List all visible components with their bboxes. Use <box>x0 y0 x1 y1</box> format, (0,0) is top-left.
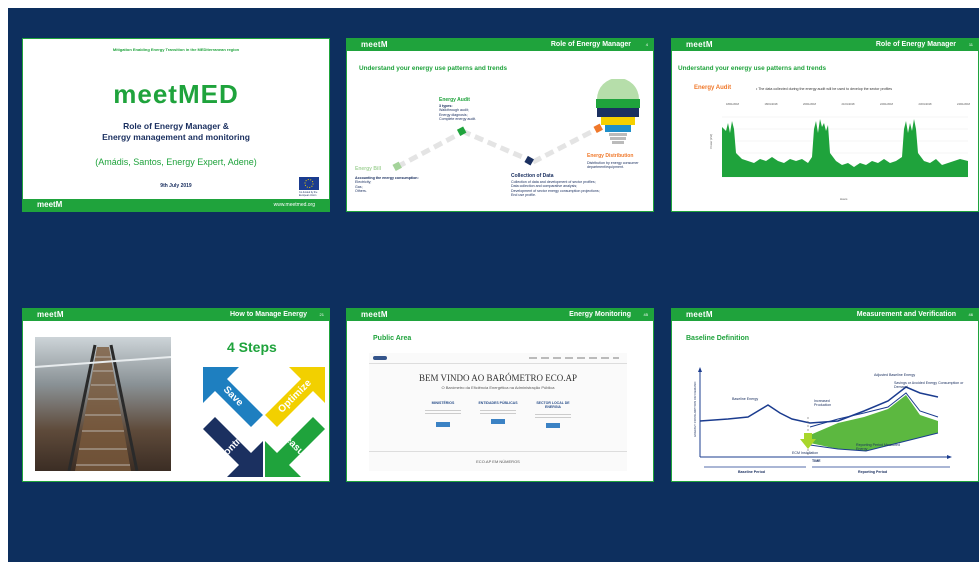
slide-heading: Public Area <box>373 335 412 342</box>
title-line-2: Energy management and monitoring <box>102 132 250 142</box>
slide-title: Role of Energy Manager & Energy manageme… <box>23 121 329 143</box>
card-label: ENTIDADES PÚBLICAS <box>478 401 518 405</box>
label-reporting-energy: Reporting Period Measured Energy <box>856 443 900 452</box>
site-card-entidades: ENTIDADES PÚBLICAS <box>474 401 522 441</box>
label-reporting-period: Reporting Period <box>858 470 888 474</box>
steps-title: 4 Steps <box>227 339 277 355</box>
website-screenshot: BEM VINDO AO BARÓMETRO ECO.AP O Barómetr… <box>369 353 627 471</box>
slide-heading: Baseline Definition <box>686 335 750 342</box>
card-text <box>480 410 516 416</box>
escalator-photo <box>35 337 171 471</box>
step-text-energy-audit: 3 types: Walkthrough audit; Energy diagn… <box>439 104 477 121</box>
step-text-energy-distribution: Distribution by energy consumer departme… <box>587 161 639 170</box>
footer-url: www.meetmed.org <box>273 202 315 208</box>
header-logo: meetM <box>361 310 388 319</box>
baseline-diagram: Baseline Energy Adjusted Baseline Energy… <box>688 367 968 479</box>
eu-caption: Co-funded by the European Union <box>299 191 318 197</box>
page-number: 45 <box>643 312 648 317</box>
slide-thumbnail-6[interactable]: meetM Measurement and Verification 46 Ba… <box>671 308 979 482</box>
step-label-energy-distribution: Energy Distribution <box>587 153 634 159</box>
control-arrow: Control <box>203 417 263 477</box>
card-button <box>491 419 505 424</box>
energy-audit-label: Energy Audit <box>694 85 732 91</box>
label-baseline-energy: Baseline Energy <box>732 397 759 401</box>
card-button <box>436 422 450 427</box>
slide-header: meetM Energy Monitoring 45 <box>347 309 653 321</box>
site-footer-title: ECO.AP EM NÚMEROS <box>476 459 520 464</box>
chart-date-labels: 18/01/2018 18/01/2018 20/01/2018 21/01/2018… <box>726 103 970 106</box>
header-logo: meetM <box>686 310 713 319</box>
slide-thumbnail-2[interactable]: meetM Role of Energy Manager 4 Understan… <box>346 38 654 212</box>
chart-xlabel: Hours <box>840 197 848 201</box>
load-profile-plot <box>722 116 968 178</box>
slide-sorter-canvas: Mitigation Enabling Energy Transition in… <box>8 8 979 562</box>
site-nav-bar <box>369 353 627 364</box>
slide-header: meetM Measurement and Verification 46 <box>672 309 978 321</box>
eu-flag-icon <box>299 177 319 190</box>
label-increased-production: Increased Production <box>814 399 832 408</box>
card-text <box>425 410 461 416</box>
slide-header: meetM Role of Energy Manager 11 <box>672 39 978 51</box>
page-number: 46 <box>968 312 973 317</box>
slide-footer: meetM www.meetmed.org <box>23 199 329 211</box>
header-title: Energy Monitoring <box>569 311 631 318</box>
header-logo: meetM <box>686 40 713 49</box>
card-button <box>546 423 560 428</box>
page-number: 21 <box>319 312 324 317</box>
y-axis-label: ENERGY CONSUMPTION OR DEMAND <box>692 381 697 437</box>
measure-arrow: Measure <box>265 417 325 477</box>
optimize-arrow: Optimize <box>265 367 325 427</box>
load-profile-chart <box>722 109 968 183</box>
label-savings: Savings or Avoided Energy Consumption or… <box>894 381 964 390</box>
header-title: Role of Energy Manager <box>875 41 956 48</box>
slide-thumbnail-4[interactable]: meetM How to Manage Energy 21 4 Steps Sa… <box>22 308 330 482</box>
site-nav-links <box>529 357 619 359</box>
slide-header: meetM How to Manage Energy 21 <box>23 309 329 321</box>
site-logo-icon <box>373 356 387 360</box>
date: 9th July 2019 <box>160 183 192 189</box>
header-title: How to Manage Energy <box>229 311 307 318</box>
step-text-energy-bill: Accounting the energy consumption: Elect… <box>355 176 419 193</box>
title-line-1: Role of Energy Manager & <box>123 121 229 131</box>
label-baseline-period: Baseline Period <box>738 470 765 474</box>
project-banner: Mitigation Enabling Energy Transition in… <box>112 47 240 52</box>
slide-thumbnail-3[interactable]: meetM Role of Energy Manager 11 Understa… <box>671 38 979 212</box>
lightbulb-icon <box>593 78 643 154</box>
slide-thumbnail-1[interactable]: Mitigation Enabling Energy Transition in… <box>22 38 330 212</box>
site-divider <box>369 451 627 452</box>
step-label-energy-bill: Energy Bill <box>355 166 382 172</box>
label-ecm-installation: ECM Installation <box>792 451 819 455</box>
audit-bullet: • The data collected during the energy a… <box>756 87 893 91</box>
slide-thumbnail-5[interactable]: meetM Energy Monitoring 45 Public Area B… <box>346 308 654 482</box>
card-text <box>535 414 571 420</box>
card-label: MINISTÉRIOS <box>431 401 455 405</box>
save-arrow: Save <box>203 367 263 427</box>
step-label-energy-audit: Energy Audit <box>439 97 470 103</box>
chart-ylabel: Power (kW) <box>709 133 714 149</box>
card-label: SECTOR LOCAL DE ENERGIA <box>536 401 570 409</box>
label-time: TIME <box>812 459 821 463</box>
header-logo: meetM <box>37 310 64 319</box>
meetmed-logo: meetMED <box>113 79 239 109</box>
step-text-collection-of-data: Collection of data and development of se… <box>511 180 600 197</box>
header-title: Measurement and Verification <box>856 311 956 318</box>
page-number: 11 <box>968 42 973 47</box>
footer-logo: meetM <box>37 200 63 209</box>
site-subtitle: O Barómetro da Eficiência Energética na … <box>441 385 555 390</box>
site-title: BEM VINDO AO BARÓMETRO ECO.AP <box>418 373 578 383</box>
slide-heading: Understand your energy use patterns and … <box>678 65 827 72</box>
step-label-collection-of-data: Collection of Data <box>511 173 554 179</box>
authors: (Amádis, Santos, Energy Expert, Adene) <box>95 157 257 167</box>
label-adjusted-baseline: Adjusted Baseline Energy <box>874 373 916 377</box>
site-card-ministerios: MINISTÉRIOS <box>419 401 467 441</box>
site-card-sector-local: SECTOR LOCAL DE ENERGIA <box>529 401 577 441</box>
